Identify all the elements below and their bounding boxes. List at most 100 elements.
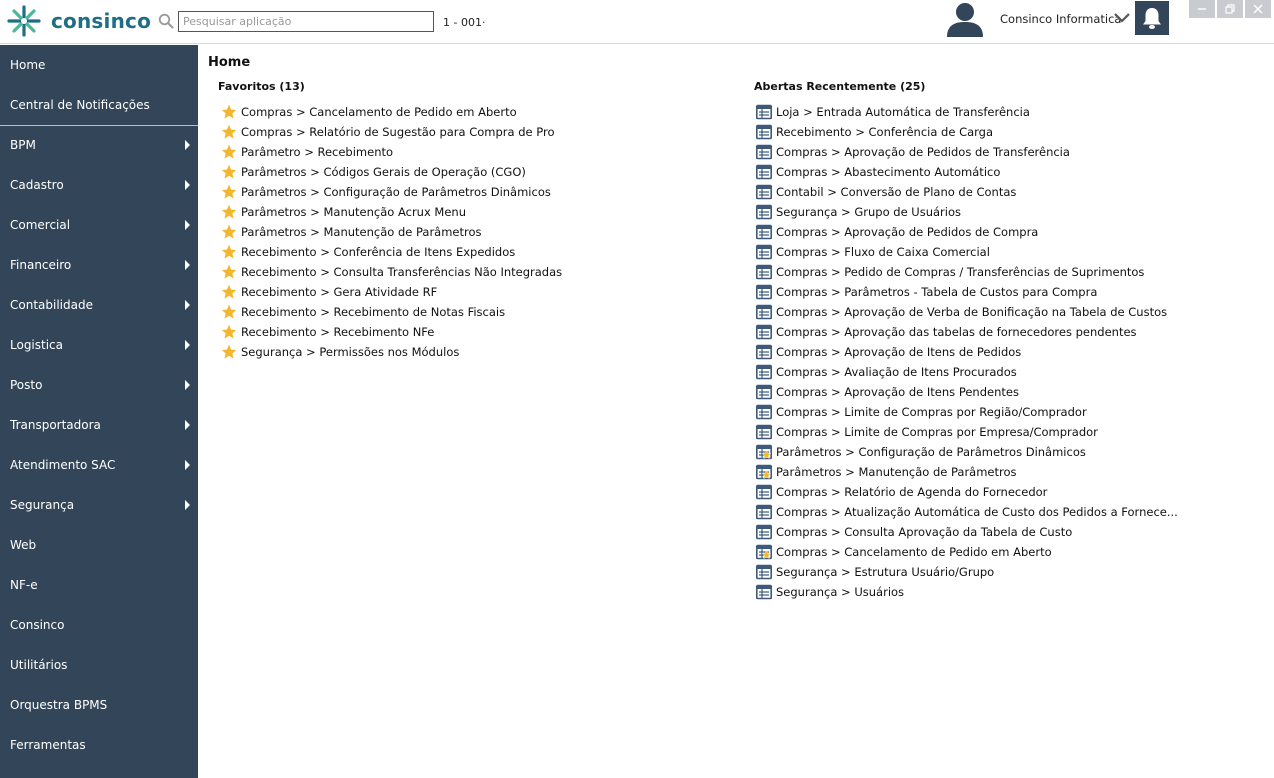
favorite-item-label: Parâmetros > Códigos Gerais de Operação … <box>241 165 526 179</box>
recent-item[interactable]: Compras > Aprovação das tabelas de forne… <box>756 322 1178 342</box>
sidebar-item-label: Consinco <box>10 618 65 632</box>
sidebar-item-central-de-notificacoes[interactable]: Central de Notificações <box>0 85 198 125</box>
sidebar-item-utilitarios[interactable]: Utilitários <box>0 645 198 685</box>
recent-item[interactable]: Parâmetros > Manutenção de Parâmetros <box>756 462 1178 482</box>
star-icon <box>221 164 237 179</box>
recent-item-label: Compras > Aprovação de Pedidos de Transf… <box>776 145 1070 159</box>
recent-item[interactable]: Compras > Abastecimento Automático <box>756 162 1178 182</box>
favorite-item-label: Compras > Cancelamento de Pedido em Aber… <box>241 105 517 119</box>
recent-item[interactable]: Compras > Avaliação de Itens Procurados <box>756 362 1178 382</box>
window-icon <box>756 204 772 220</box>
sidebar-item-financeiro[interactable]: Financeiro <box>0 245 198 285</box>
favorite-item[interactable]: Parâmetro > Recebimento <box>221 142 562 162</box>
favorite-item[interactable]: Parâmetros > Manutenção Acrux Menu <box>221 202 562 222</box>
recent-item[interactable]: Segurança > Estrutura Usuário/Grupo <box>756 562 1178 582</box>
recent-item[interactable]: Compras > Aprovação de Itens Pendentes <box>756 382 1178 402</box>
recent-item-label: Compras > Relatório de Agenda do Fornece… <box>776 485 1048 499</box>
sidebar-item-cadastro[interactable]: Cadastro <box>0 165 198 205</box>
window-icon <box>756 124 772 140</box>
recent-item-label: Parâmetros > Manutenção de Parâmetros <box>776 465 1017 479</box>
sidebar-item-label: Utilitários <box>10 658 68 672</box>
recent-item-label: Compras > Aprovação de Pedidos de Compra <box>776 225 1039 239</box>
minimize-button[interactable] <box>1189 0 1215 18</box>
recent-item[interactable]: Segurança > Usuários <box>756 582 1178 602</box>
favorite-item[interactable]: Recebimento > Recebimento NFe <box>221 322 562 342</box>
close-button[interactable] <box>1245 0 1271 18</box>
sidebar-item-comercial[interactable]: Comercial <box>0 205 198 245</box>
window-icon <box>756 424 772 440</box>
recent-item-label: Segurança > Estrutura Usuário/Grupo <box>776 565 995 579</box>
recent-item[interactable]: Segurança > Grupo de Usuários <box>756 202 1178 222</box>
sidebar-item-transportadora[interactable]: Transportadora <box>0 405 198 445</box>
recent-item-label: Compras > Avaliação de Itens Procurados <box>776 365 1017 379</box>
recent-item-label: Compras > Aprovação de Itens de Pedidos <box>776 345 1022 359</box>
favorite-item[interactable]: Segurança > Permissões nos Módulos <box>221 342 562 362</box>
sidebar-item-label: Atendimento SAC <box>10 458 116 472</box>
recent-item[interactable]: Compras > Relatório de Agenda do Fornece… <box>756 482 1178 502</box>
favorite-item-label: Recebimento > Recebimento de Notas Fisca… <box>241 305 506 319</box>
user-name[interactable]: Consinco Informatica <box>1000 12 1121 26</box>
sidebar-item-web[interactable]: Web <box>0 525 198 565</box>
sidebar-item-orquestra-bpms[interactable]: Orquestra BPMS <box>0 685 198 725</box>
chevron-right-icon <box>185 260 190 270</box>
sidebar-item-nf-e[interactable]: NF-e <box>0 565 198 605</box>
recent-item[interactable]: Compras > Cancelamento de Pedido em Aber… <box>756 542 1178 562</box>
window-icon <box>756 144 772 160</box>
search-input[interactable] <box>178 11 434 32</box>
sidebar-item-seguranca[interactable]: Segurança <box>0 485 198 525</box>
sidebar-item-atendimento-sac[interactable]: Atendimento SAC <box>0 445 198 485</box>
recent-item-label: Parâmetros > Configuração de Parâmetros … <box>776 445 1086 459</box>
favorite-item[interactable]: Recebimento > Consulta Transferências Nã… <box>221 262 562 282</box>
favorite-item-label: Segurança > Permissões nos Módulos <box>241 345 460 359</box>
favorite-item[interactable]: Parâmetros > Configuração de Parâmetros … <box>221 182 562 202</box>
company-code[interactable]: 1 - 001· <box>443 16 485 29</box>
window-icon <box>756 324 772 340</box>
notifications-button[interactable] <box>1135 1 1169 35</box>
recent-item[interactable]: Compras > Aprovação de Pedidos de Transf… <box>756 142 1178 162</box>
recent-item[interactable]: Compras > Pedido de Compras / Transferên… <box>756 262 1178 282</box>
user-avatar-icon[interactable] <box>945 0 985 38</box>
sidebar-item-logistica[interactable]: Logistica <box>0 325 198 365</box>
chevron-right-icon <box>185 220 190 230</box>
recent-item-label: Compras > Limite de Compras por Região/C… <box>776 405 1087 419</box>
favorite-item[interactable]: Recebimento > Gera Atividade RF <box>221 282 562 302</box>
recent-item[interactable]: Contabil > Conversão de Plano de Contas <box>756 182 1178 202</box>
recent-item[interactable]: Compras > Aprovação de Pedidos de Compra <box>756 222 1178 242</box>
recent-item[interactable]: Compras > Limite de Compras por Região/C… <box>756 402 1178 422</box>
recent-item-label: Compras > Cancelamento de Pedido em Aber… <box>776 545 1052 559</box>
recent-item[interactable]: Compras > Parâmetros - Tabela de Custos … <box>756 282 1178 302</box>
favorite-item[interactable]: Parâmetros > Códigos Gerais de Operação … <box>221 162 562 182</box>
favorite-item[interactable]: Recebimento > Conferência de Itens Exped… <box>221 242 562 262</box>
recent-item[interactable]: Compras > Aprovação de Itens de Pedidos <box>756 342 1178 362</box>
recent-item[interactable]: Parâmetros > Configuração de Parâmetros … <box>756 442 1178 462</box>
sidebar-item-contabilidade[interactable]: Contabilidade <box>0 285 198 325</box>
sidebar-item-bpm[interactable]: BPM <box>0 125 198 165</box>
chevron-right-icon <box>185 420 190 430</box>
chevron-down-icon[interactable] <box>1113 11 1131 25</box>
recent-item[interactable]: Compras > Consulta Aprovação da Tabela d… <box>756 522 1178 542</box>
logo[interactable]: consinco <box>5 3 151 39</box>
sidebar: Home Central de Notificações BPM Cadastro Co… <box>0 45 198 778</box>
favorite-item[interactable]: Compras > Relatório de Sugestão para Com… <box>221 122 562 142</box>
recent-item[interactable]: Compras > Limite de Compras por Empresa/… <box>756 422 1178 442</box>
sidebar-item-posto[interactable]: Posto <box>0 365 198 405</box>
favorite-item[interactable]: Parâmetros > Manutenção de Parâmetros <box>221 222 562 242</box>
recent-item[interactable]: Compras > Fluxo de Caixa Comercial <box>756 242 1178 262</box>
favorite-item[interactable]: Recebimento > Recebimento de Notas Fisca… <box>221 302 562 322</box>
sidebar-item-home[interactable]: Home <box>0 45 198 85</box>
recent-item[interactable]: Loja > Entrada Automática de Transferênc… <box>756 102 1178 122</box>
sidebar-item-label: Posto <box>10 378 43 392</box>
recent-item[interactable]: Compras > Atualização Automática de Cust… <box>756 502 1178 522</box>
window-icon <box>756 404 772 420</box>
sidebar-item-label: Financeiro <box>10 258 72 272</box>
restore-button[interactable] <box>1217 0 1243 18</box>
sidebar-item-ferramentas[interactable]: Ferramentas <box>0 725 198 765</box>
window-star-icon <box>756 544 772 560</box>
sidebar-item-consinco[interactable]: Consinco <box>0 605 198 645</box>
header: consinco 1 - 001· Consinco Informatica <box>0 0 1274 44</box>
page-title: Home <box>208 55 251 70</box>
favorite-item[interactable]: Compras > Cancelamento de Pedido em Aber… <box>221 102 562 122</box>
recent-item[interactable]: Compras > Aprovação de Verba de Bonifica… <box>756 302 1178 322</box>
recent-item[interactable]: Recebimento > Conferência de Carga <box>756 122 1178 142</box>
search-icon[interactable] <box>158 13 174 29</box>
